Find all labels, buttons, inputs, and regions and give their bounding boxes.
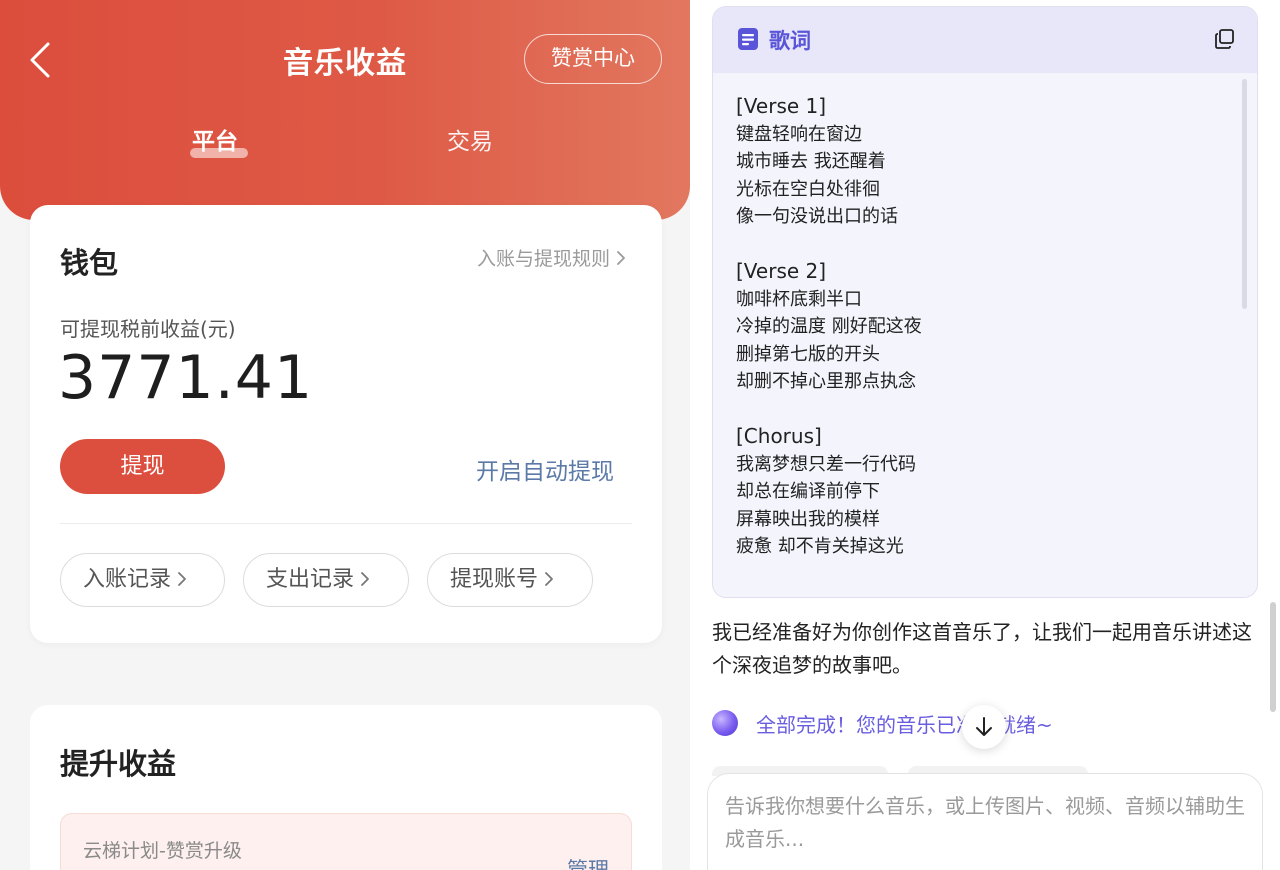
withdraw-button[interactable]: 提现 bbox=[60, 439, 225, 494]
chevron-right-icon bbox=[177, 554, 187, 605]
ai-orb-icon bbox=[712, 710, 738, 736]
page-scrollbar[interactable] bbox=[1270, 602, 1276, 712]
lyrics-line: 却总在编译前停下 bbox=[736, 481, 880, 502]
arrow-down-icon bbox=[976, 717, 992, 736]
lyrics-gap bbox=[736, 396, 1227, 424]
music-earnings-screen: 音乐收益 赞赏中心 平台 交易 钱包 入账与提现规则 可提现税前收益(元) 37… bbox=[0, 0, 690, 870]
appreciation-center-button[interactable]: 赞赏中心 bbox=[524, 34, 662, 84]
assistant-message: 我已经准备好为你创作这首音乐了，让我们一起用音乐讲述这个深夜追梦的故事吧。 bbox=[712, 620, 1252, 677]
lyrics-card: 歌词 [Verse 1] 键盘轻响在窗边 城市睡去 我还醒着 光标在空白处徘徊 … bbox=[712, 6, 1258, 598]
lyrics-line: 却删不掉心里那点执念 bbox=[736, 371, 916, 392]
lyrics-body: [Verse 1] 键盘轻响在窗边 城市睡去 我还醒着 光标在空白处徘徊 像一句… bbox=[736, 93, 1227, 561]
expense-records-label: 支出记录 bbox=[266, 567, 355, 592]
rules-link-label: 入账与提现规则 bbox=[476, 248, 610, 270]
music-creation-chat: 歌词 [Verse 1] 键盘轻响在窗边 城市睡去 我还醒着 光标在空白处徘徊 … bbox=[690, 0, 1280, 870]
income-records-label: 入账记录 bbox=[83, 567, 172, 592]
boost-earnings-card: 提升收益 云梯计划-赞赏升级 管理 bbox=[30, 705, 662, 870]
auto-withdraw-link[interactable]: 开启自动提现 bbox=[476, 452, 614, 486]
cloud-ladder-plan-card[interactable]: 云梯计划-赞赏升级 管理 bbox=[60, 813, 632, 870]
boost-title: 提升收益 bbox=[60, 747, 177, 781]
lyrics-scrollbar[interactable] bbox=[1242, 79, 1247, 309]
cloud-ladder-plan-label: 云梯计划-赞赏升级 bbox=[83, 840, 242, 862]
lyrics-title: 歌词 bbox=[769, 29, 811, 53]
divider bbox=[60, 523, 632, 524]
lyrics-line: 光标在空白处徘徊 bbox=[736, 178, 880, 200]
lyrics-line: 城市睡去 我还醒着 bbox=[736, 151, 886, 172]
lyrics-line: 键盘轻响在窗边 bbox=[736, 123, 862, 145]
manage-link[interactable]: 管理 bbox=[567, 854, 609, 870]
lyrics-line: 咖啡杯底剩半口 bbox=[736, 288, 862, 310]
scroll-to-bottom-button[interactable] bbox=[962, 705, 1006, 749]
lyrics-line: 屏幕映出我的模样 bbox=[736, 508, 880, 530]
expense-records-button[interactable]: 支出记录 bbox=[243, 553, 409, 607]
copy-icon[interactable] bbox=[1213, 27, 1237, 51]
lyrics-gap bbox=[736, 231, 1227, 259]
wallet-title: 钱包 bbox=[60, 246, 119, 280]
withdraw-account-button[interactable]: 提现账号 bbox=[427, 553, 593, 607]
header-banner: 音乐收益 赞赏中心 平台 交易 bbox=[0, 0, 690, 220]
chevron-right-icon bbox=[616, 248, 626, 270]
lyrics-line: 像一句没说出口的话 bbox=[736, 206, 898, 227]
lyrics-line: 我离梦想只差一行代码 bbox=[736, 453, 916, 475]
lyrics-header: 歌词 bbox=[713, 7, 1257, 73]
active-tab-indicator bbox=[190, 148, 248, 158]
chevron-right-icon bbox=[360, 554, 370, 605]
lyrics-section-tag: [Verse 1] bbox=[736, 94, 827, 118]
lyrics-line: 疲惫 却不肯关掉这光 bbox=[736, 536, 904, 557]
wallet-card: 钱包 入账与提现规则 可提现税前收益(元) 3771.41 提现 开启自动提现 … bbox=[30, 205, 662, 643]
lyrics-section-tag: [Verse 2] bbox=[736, 259, 827, 283]
withdrawable-earnings-label: 可提现税前收益(元) bbox=[60, 317, 236, 341]
lyrics-line: 删掉第七版的开头 bbox=[736, 343, 880, 365]
income-records-button[interactable]: 入账记录 bbox=[60, 553, 225, 607]
prompt-input[interactable]: 告诉我你想要什么音乐，或上传图片、视频、音频以辅助生成音乐... bbox=[707, 773, 1263, 870]
tab-trade[interactable]: 交易 bbox=[447, 122, 493, 156]
status-text: 全部完成！您的音乐已准备就绪~ bbox=[756, 713, 1053, 737]
earnings-amount: 3771.41 bbox=[58, 343, 314, 413]
lyrics-line: 冷掉的温度 刚好配这夜 bbox=[736, 316, 922, 337]
lyrics-section-tag: [Chorus] bbox=[736, 424, 822, 448]
prompt-placeholder: 告诉我你想要什么音乐，或上传图片、视频、音频以辅助生成音乐... bbox=[725, 794, 1245, 851]
document-icon bbox=[737, 27, 759, 51]
chevron-right-icon bbox=[544, 554, 554, 605]
rules-link[interactable]: 入账与提现规则 bbox=[477, 244, 626, 271]
withdraw-account-label: 提现账号 bbox=[450, 567, 539, 592]
